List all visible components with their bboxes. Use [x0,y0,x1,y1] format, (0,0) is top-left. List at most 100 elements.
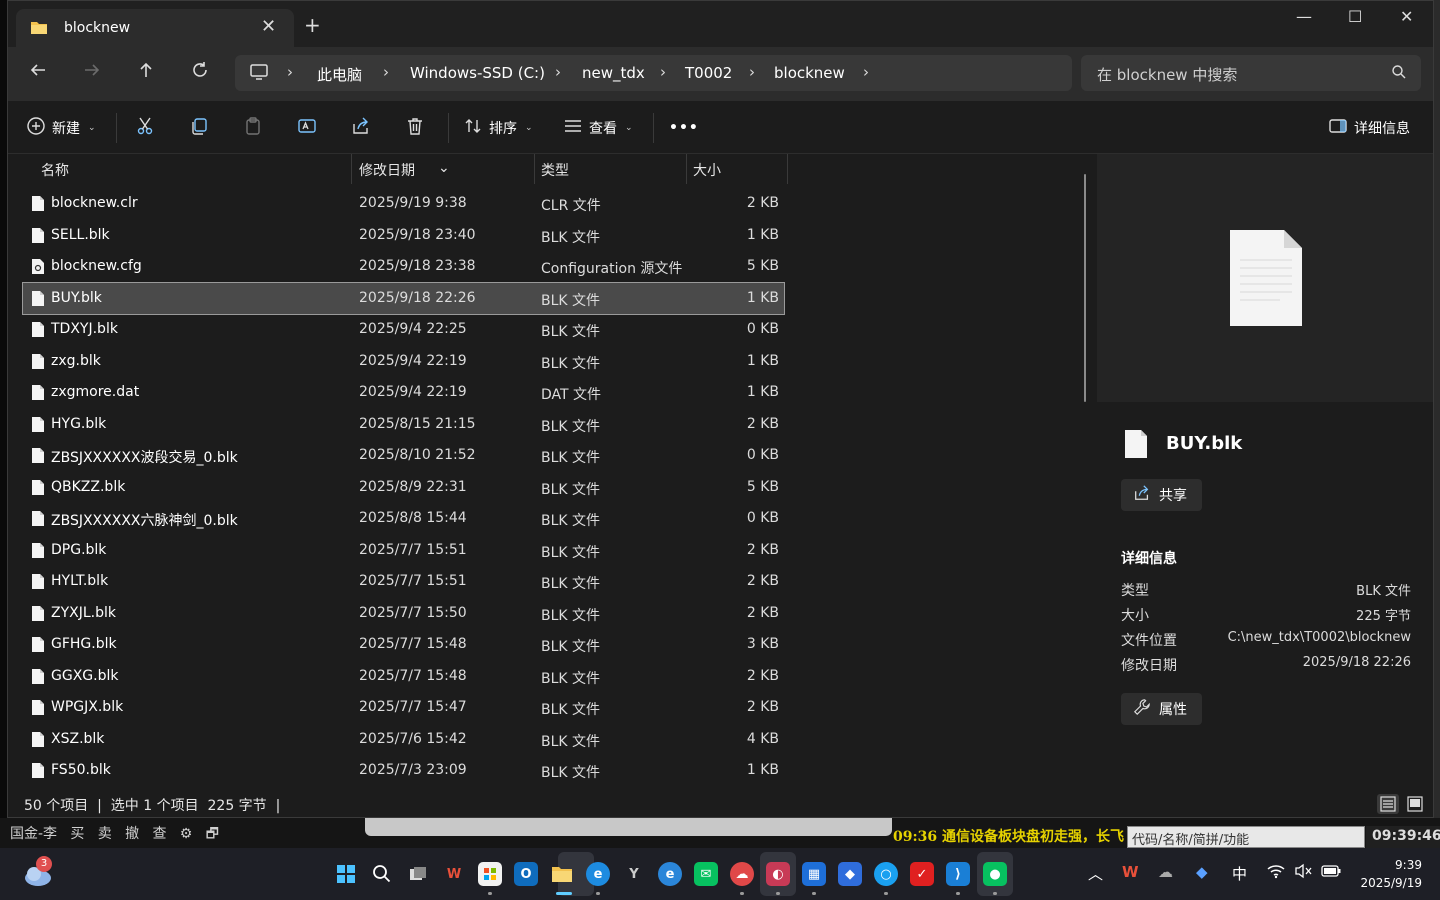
up-icon[interactable] [132,61,160,87]
file-date: 2025/9/18 23:38 [359,258,476,274]
file-explorer-icon[interactable] [550,862,574,886]
file-type: Configuration 源文件 [541,261,683,277]
battery-icon[interactable] [1320,863,1342,883]
column-divider[interactable] [686,154,687,184]
column-divider[interactable] [787,154,788,184]
back-icon[interactable] [24,61,52,87]
shield-icon[interactable]: ◆ [838,862,862,886]
rename-button[interactable] [297,115,317,141]
delete-button[interactable] [405,115,425,141]
column-divider[interactable] [534,154,535,184]
properties-button[interactable]: 属性 [1121,693,1202,725]
browser-icon[interactable]: e [658,862,682,886]
details-pane-button[interactable]: 详细信息 [1328,115,1410,141]
app-icon[interactable]: ○ [874,862,898,886]
column-type[interactable]: 类型 [541,160,569,180]
file-row[interactable]: QBKZZ.blk 2025/8/9 22:31 BLK 文件 5 KB [23,472,784,504]
wifi-icon[interactable] [1266,863,1286,883]
view-button[interactable]: 查看 ⌄ [563,115,633,141]
detail-value[interactable]: C:\new_tdx\T0002\blocknew [1228,630,1411,645]
file-row[interactable]: blocknew.cfg 2025/9/18 23:38 Configuration… [23,251,784,283]
edge-icon[interactable]: e [586,862,610,886]
chevron-right-icon[interactable]: › [863,63,869,81]
outlook-icon[interactable]: O [514,862,538,886]
file-row[interactable]: WPGJX.blk 2025/7/7 15:47 BLK 文件 2 KB [23,692,784,724]
volume-muted-icon[interactable] [1294,863,1314,883]
vscode-icon[interactable]: ⟩ [946,862,970,886]
app-icon[interactable]: ✓ [910,862,934,886]
file-row[interactable]: FS50.blk 2025/7/3 23:09 BLK 文件 1 KB [23,755,784,787]
file-row[interactable]: DPG.blk 2025/7/7 15:51 BLK 文件 2 KB [23,535,784,567]
file-icon [32,322,44,341]
breadcrumb-this-pc[interactable]: 此电脑 [317,64,362,85]
chevron-up-icon[interactable]: ︿ [1088,863,1103,884]
tab-blocknew[interactable]: blocknew ✕ [16,9,294,47]
store-icon[interactable] [478,862,502,886]
stock-code-input[interactable]: 代码/名称/简拼/功能 [1127,826,1365,848]
trading-app-menu[interactable]: 国金-李 买 卖 撤 查 ⚙ 🗗 [10,823,232,847]
share-button[interactable] [351,115,371,141]
ime-indicator[interactable]: 中 [1232,863,1247,884]
command-bar: 新建 ⌄ 排序 ⌄ 查看 ⌄ ••• 详细信息 [8,101,1433,154]
file-row[interactable]: ZYXJL.blk 2025/7/7 15:50 BLK 文件 2 KB [23,598,784,630]
wps-tray-icon[interactable]: W [1122,863,1139,881]
new-button[interactable]: 新建 ⌄ [26,115,96,141]
details-view-icon[interactable] [1377,794,1399,814]
app-icon[interactable]: ▦ [802,862,826,886]
breadcrumb-new-tdx[interactable]: new_tdx [582,64,645,82]
maximize-button[interactable]: ☐ [1348,7,1362,26]
file-row[interactable]: SELL.blk 2025/9/18 23:40 BLK 文件 1 KB [23,220,784,252]
system-clock[interactable]: 9:39 2025/9/19 [1356,856,1422,892]
chat-icon[interactable]: ✉ [694,862,718,886]
close-window-button[interactable]: ✕ [1400,7,1413,26]
paste-button[interactable] [243,115,263,141]
large-icons-view-icon[interactable] [1404,794,1426,814]
file-row[interactable]: TDXYJ.blk 2025/9/4 22:25 BLK 文件 0 KB [23,314,784,346]
column-divider[interactable] [351,154,352,184]
file-row[interactable]: zxgmore.dat 2025/9/4 22:19 DAT 文件 1 KB [23,377,784,409]
new-tab-button[interactable]: + [304,15,321,35]
start-icon[interactable] [334,862,358,886]
file-row[interactable]: ZBSJXXXXXX六脉神剑_0.blk 2025/8/8 15:44 BLK 文件… [23,503,784,535]
column-size[interactable]: 大小 [693,160,721,180]
app-icon[interactable]: Y [622,862,646,886]
stock-code-placeholder: 代码/名称/简拼/功能 [1132,833,1250,848]
address-bar[interactable]: › 此电脑 › Windows-SSD (C:) › new_tdx › T00… [235,55,1072,91]
file-size: 1 KB [746,289,779,306]
file-row[interactable]: GGXG.blk 2025/7/7 15:48 BLK 文件 2 KB [23,661,784,693]
file-row[interactable]: ZBSJXXXXXX波段交易_0.blk 2025/8/10 21:52 BLK 文… [23,440,784,472]
search-input[interactable]: 在 blocknew 中搜索 [1081,55,1421,91]
breadcrumb-drive-c[interactable]: Windows-SSD (C:) [410,64,545,82]
app-icon[interactable]: ☁ [730,862,754,886]
breadcrumb-t0002[interactable]: T0002 [685,64,732,82]
file-row[interactable]: BUY.blk 2025/9/18 22:26 BLK 文件 1 KB [22,281,785,315]
file-size: 0 KB [746,321,779,337]
column-name[interactable]: 名称 [41,160,69,180]
wechat-icon[interactable]: ● [983,862,1007,886]
column-date[interactable]: 修改日期 [359,160,415,180]
cut-button[interactable] [135,115,155,141]
file-row[interactable]: GFHG.blk 2025/7/7 15:48 BLK 文件 3 KB [23,629,784,661]
sort-button[interactable]: 排序 ⌄ [463,115,533,141]
task-view-icon[interactable] [406,862,430,886]
details-share-button[interactable]: 共享 [1121,479,1202,511]
search-icon[interactable] [370,862,394,886]
app-icon[interactable]: ◐ [766,862,790,886]
cloud-offline-icon[interactable]: ☁ [1158,863,1173,881]
file-row[interactable]: HYG.blk 2025/8/15 21:15 BLK 文件 2 KB [23,409,784,441]
wps-icon[interactable]: W [442,862,466,886]
file-row[interactable]: blocknew.clr 2025/9/19 9:38 CLR 文件 2 KB [23,188,784,220]
shield-tray-icon[interactable]: ◆ [1196,863,1208,881]
tab-close-icon[interactable]: ✕ [261,16,276,37]
file-row[interactable]: HYLT.blk 2025/7/7 15:51 BLK 文件 2 KB [23,566,784,598]
breadcrumb-blocknew[interactable]: blocknew [774,64,845,82]
vertical-scrollbar[interactable] [1084,174,1086,402]
file-row[interactable]: zxg.blk 2025/9/4 22:19 BLK 文件 1 KB [23,346,784,378]
more-options-button[interactable]: ••• [669,115,699,141]
refresh-icon[interactable] [186,61,214,87]
copy-button[interactable] [189,115,209,141]
detail-type: 类型 BLK 文件 [1121,580,1411,600]
forward-icon[interactable] [78,61,106,87]
minimize-button[interactable]: — [1296,7,1312,26]
file-row[interactable]: XSZ.blk 2025/7/6 15:42 BLK 文件 4 KB [23,724,784,756]
